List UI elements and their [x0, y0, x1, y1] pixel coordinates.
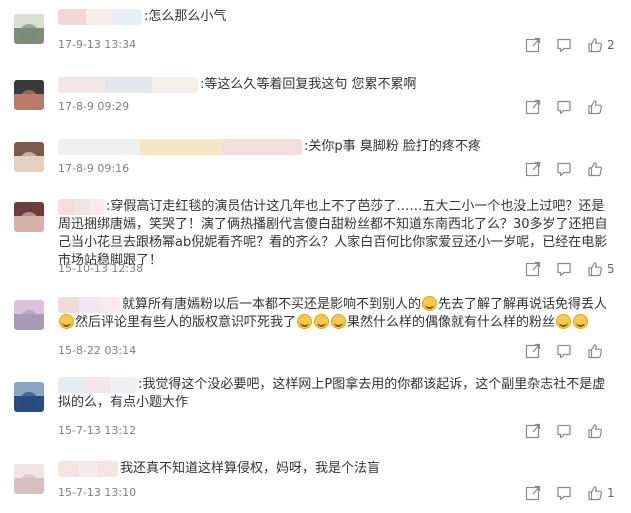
- avatar[interactable]: [14, 14, 44, 44]
- comment-text: 就算所有唐嫣粉以后一本都不买还是影响不到别人的 先去了解了解再说话免得丢人然后评论…: [58, 296, 614, 332]
- comment-text-segment: 果然什么样的偶像就有什么样的粉丝: [347, 315, 556, 330]
- grin-emoji-icon: [297, 314, 313, 329]
- comment-icon[interactable]: [556, 485, 572, 501]
- comment-text: :等这么久等着回复我这句 您累不累啊: [58, 76, 614, 94]
- comment-text: 我还真不知道这样算侵权，妈呀，我是个法盲: [58, 460, 614, 478]
- thumbs-up-icon[interactable]: [587, 261, 603, 277]
- comment-text-segment: 就算所有唐嫣粉以后一本都不买还是影响不到别人的: [122, 297, 422, 312]
- comment-actions: [525, 99, 617, 115]
- comment-text: :穿假高订走红毯的演员估计这几年也上不了芭莎了……五大二小一个也没上过吧？还是周…: [58, 198, 614, 270]
- grin-emoji-icon: [314, 314, 330, 329]
- comment-actions: 5: [525, 261, 617, 277]
- comment-text-segment: :等这么久等着回复我这句 您累不累啊: [200, 77, 417, 92]
- thumbs-up-icon[interactable]: [587, 161, 603, 177]
- like-count: 1: [607, 486, 615, 500]
- share-icon[interactable]: [525, 423, 541, 439]
- avatar[interactable]: [14, 382, 44, 412]
- comment-actions: 2: [525, 37, 617, 53]
- share-icon[interactable]: [525, 161, 541, 177]
- comment-text: :怎么那么小气: [58, 8, 614, 26]
- grin-emoji-icon: [573, 314, 589, 329]
- comment-text-segment: :怎么那么小气: [144, 9, 227, 24]
- comment-text-segment: 我还真不知道这样算侵权，妈呀，我是个法盲: [120, 461, 381, 476]
- avatar[interactable]: [14, 202, 44, 232]
- comment-text: :关你p事 臭脚粉 脸打的疼不疼: [58, 138, 614, 156]
- share-icon[interactable]: [525, 99, 541, 115]
- like-count: 5: [607, 262, 615, 276]
- comment-actions: 1: [525, 485, 617, 501]
- grin-emoji-icon: [331, 314, 347, 329]
- comment-date: 15-7-13 13:10: [58, 486, 137, 499]
- comment-icon[interactable]: [556, 261, 572, 277]
- share-icon[interactable]: [525, 343, 541, 359]
- thumbs-up-icon[interactable]: [587, 343, 603, 359]
- share-icon[interactable]: [525, 37, 541, 53]
- share-icon[interactable]: [525, 261, 541, 277]
- comment-icon[interactable]: [556, 37, 572, 53]
- share-icon[interactable]: [525, 485, 541, 501]
- comment-date: 17-8-9 09:29: [58, 100, 130, 113]
- comment-icon[interactable]: [556, 161, 572, 177]
- comment-date: 17-9-13 13:34: [58, 38, 137, 51]
- avatar[interactable]: [14, 300, 44, 330]
- grin-emoji-icon: [59, 314, 74, 329]
- grin-emoji-icon: [422, 296, 438, 311]
- thumbs-up-icon[interactable]: [587, 99, 603, 115]
- comment-text-segment: :穿假高订走红毯的演员估计这几年也上不了芭莎了……五大二小一个也没上过吧？还是周…: [58, 199, 608, 268]
- comment-date: 15-7-13 13:12: [58, 424, 137, 437]
- grin-emoji-icon: [556, 314, 572, 329]
- comment-date: 15-10-13 12:38: [58, 262, 144, 275]
- comment-text-segment: :我觉得这个没必要吧，这样网上P图拿去用的你都该起诉，这个副里杂志社不是虚拟的么…: [58, 377, 606, 410]
- thumbs-up-icon[interactable]: [587, 423, 603, 439]
- avatar[interactable]: [14, 464, 44, 494]
- like-count: 2: [607, 38, 615, 52]
- comment-date: 17-8-9 09:16: [58, 162, 130, 175]
- comment-date: 15-8-22 03:14: [58, 344, 137, 357]
- comment-actions: [525, 161, 617, 177]
- comment-actions: [525, 423, 617, 439]
- comment-icon[interactable]: [556, 423, 572, 439]
- avatar[interactable]: [14, 142, 44, 172]
- comment-actions: [525, 343, 617, 359]
- comment-icon[interactable]: [556, 99, 572, 115]
- comment-text-segment: 先去了解了解再说话免得丢人: [438, 297, 608, 312]
- comment-text: :我觉得这个没必要吧，这样网上P图拿去用的你都该起诉，这个副里杂志社不是虚拟的么…: [58, 376, 614, 412]
- comment-text-segment: :关你p事 臭脚粉 脸打的疼不疼: [304, 139, 481, 154]
- thumbs-up-icon[interactable]: [587, 485, 603, 501]
- avatar[interactable]: [14, 80, 44, 110]
- thumbs-up-icon[interactable]: [587, 37, 603, 53]
- comment-text-segment: 然后评论里有些人的版权意识吓死我了: [75, 315, 297, 330]
- comment-icon[interactable]: [556, 343, 572, 359]
